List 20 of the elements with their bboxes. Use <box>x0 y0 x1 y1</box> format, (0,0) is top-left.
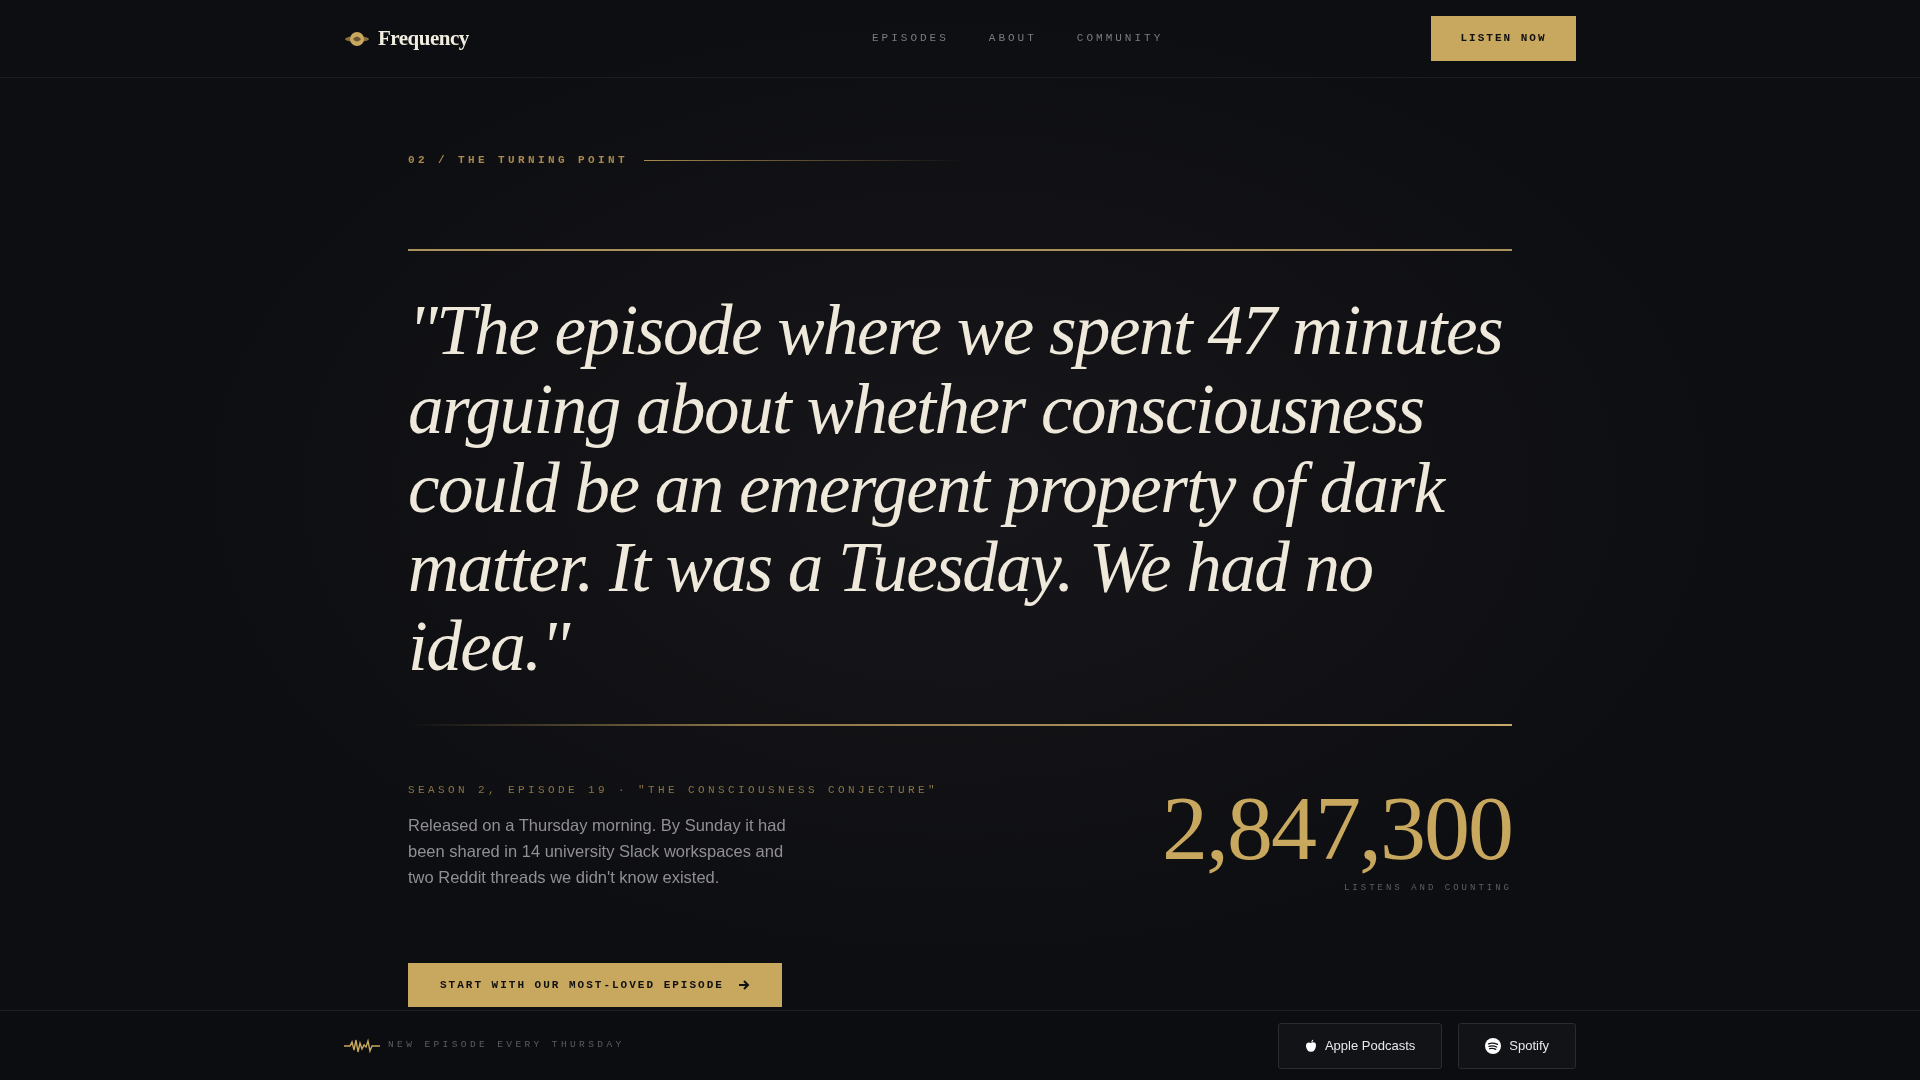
section-label: 02 / THE TURNING POINT <box>408 153 629 168</box>
apple-icon <box>1304 1038 1317 1053</box>
platform-button[interactable]: Apple Podcasts <box>1277 1022 1443 1069</box>
platform-button[interactable]: Spotify <box>1458 1022 1576 1069</box>
logo-icon <box>344 29 370 48</box>
waveform-icon <box>344 1037 380 1054</box>
quote-text: "The episode where we spent 47 minutes arguing about whether consciousness could be an emergent property of dark matter. It was a Tuesday. We had no idea." <box>408 290 1504 686</box>
listen-count: 2,847,300 <box>1162 781 1512 874</box>
nav-link[interactable]: ABOUT <box>988 30 1037 47</box>
listen-count-label: LISTENS AND COUNTING <box>1342 881 1512 895</box>
nav-link[interactable]: EPISODES <box>872 30 949 47</box>
spotify-icon <box>1485 1037 1502 1054</box>
episode-meta: SEASON 2, EPISODE 19 · "THE CONSCIOUSNESS CONJECTURE" <box>408 782 939 798</box>
schedule-text: NEW EPISODE EVERY THURSDAY <box>388 1038 625 1053</box>
listen-now-button[interactable]: LISTEN NOW <box>1431 16 1576 61</box>
nav-link[interactable]: COMMUNITY <box>1076 30 1164 47</box>
brand-name: Frequency <box>378 24 469 52</box>
episode-description: Released on a Thursday morning. By Sunday it had been shared in 14 university Slack workspaces and two Reddit threads we didn't know existed. <box>408 815 787 888</box>
arrow-icon <box>737 980 750 990</box>
most-loved-episode-button[interactable]: START WITH OUR MOST-LOVED EPISODE <box>408 963 782 1007</box>
